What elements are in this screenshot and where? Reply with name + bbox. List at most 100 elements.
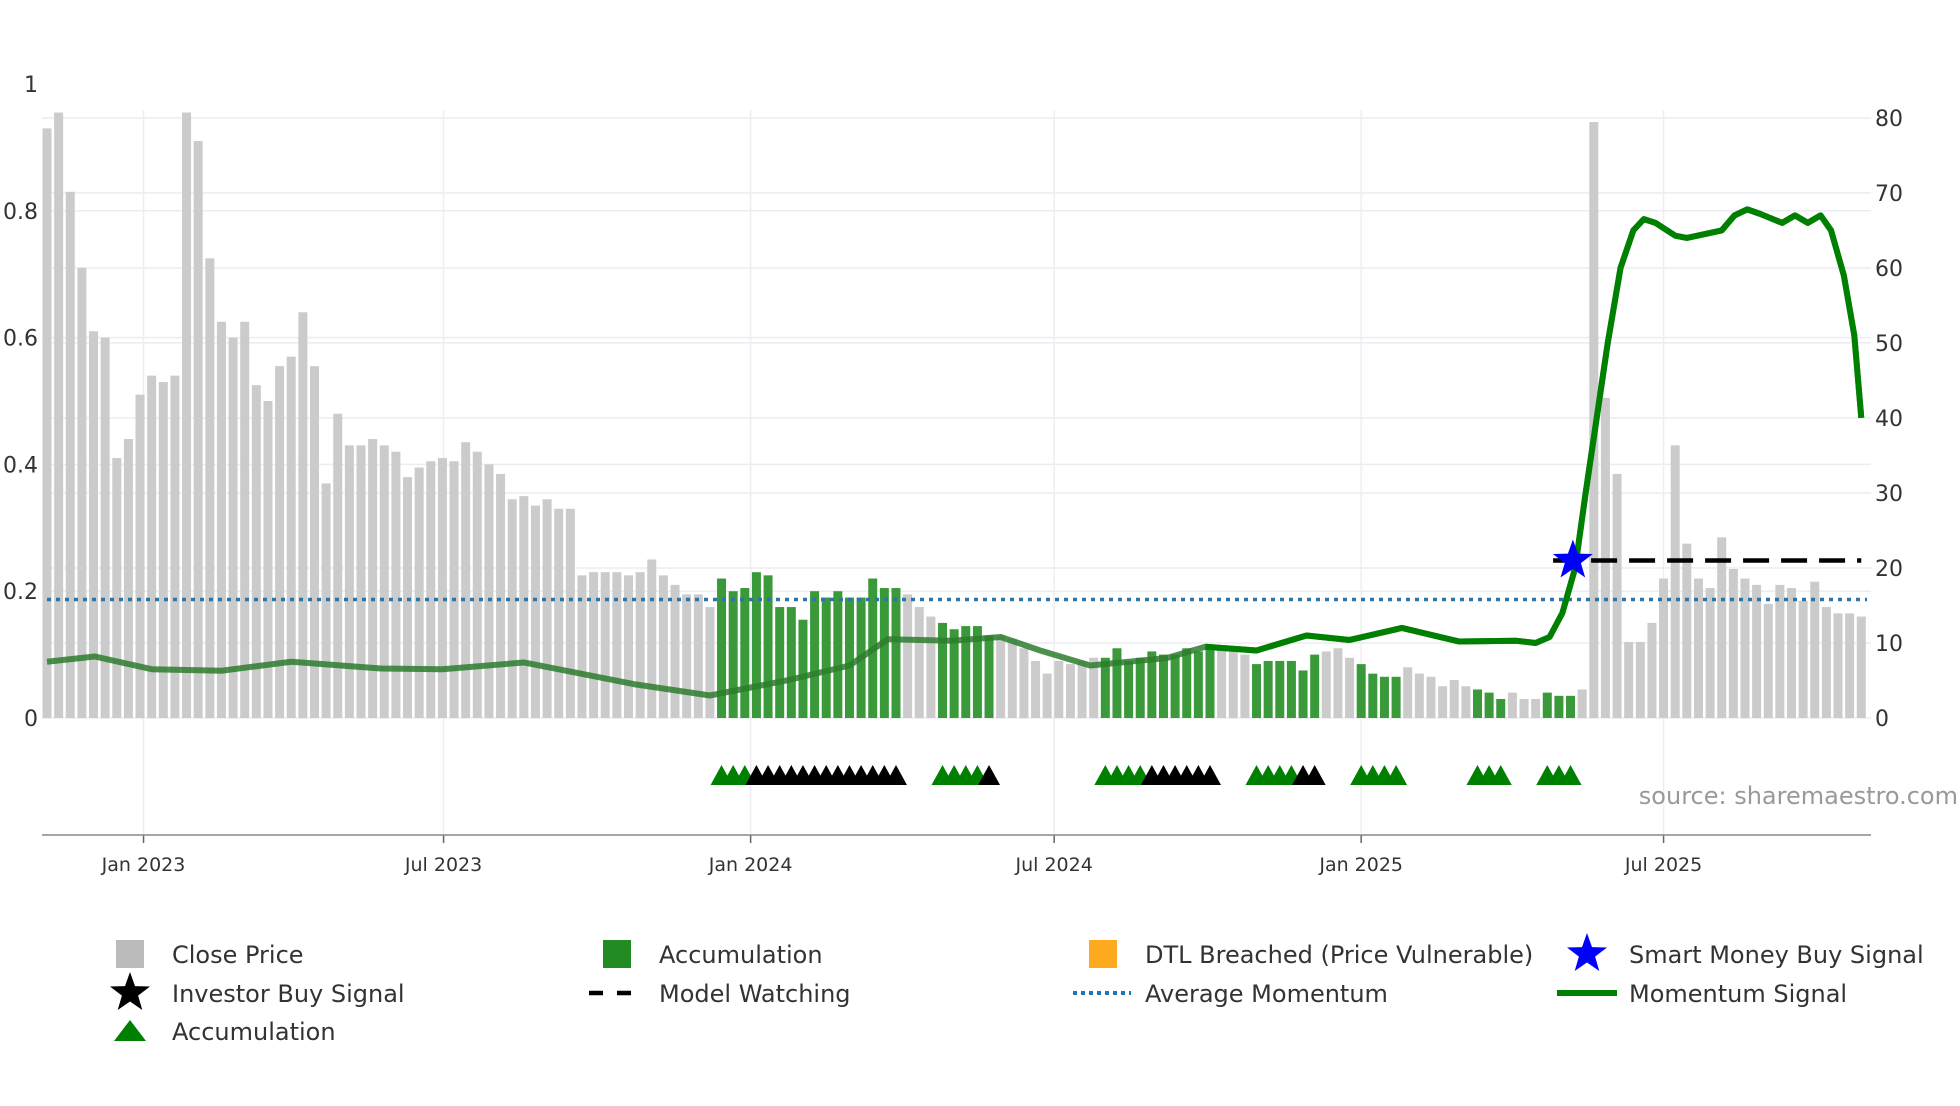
left-tick-label: 1 (24, 73, 38, 98)
close-price-bar (565, 508, 575, 718)
accumulation-bar (1391, 676, 1401, 718)
close-price-bar (228, 337, 238, 718)
close-price-bar (182, 112, 192, 718)
close-price-bar (1577, 689, 1587, 718)
accumulation-bar (810, 591, 820, 718)
right-tick-label: 10 (1875, 632, 1903, 657)
legend: Close Price Accumulation DTL Breached (Pri… (110, 933, 1924, 1046)
close-price-bar (1531, 698, 1541, 718)
accumulation-bar (1124, 660, 1134, 718)
accumulation-bar (1135, 657, 1145, 718)
close-price-bar (1775, 584, 1785, 718)
close-price-bar (519, 496, 529, 718)
left-tick-label: 0 (24, 707, 38, 732)
accumulation-bar (1542, 692, 1552, 718)
close-price-bar (193, 141, 203, 718)
close-price-bar (1042, 673, 1052, 718)
source-watermark: source: sharemaestro.com (1639, 782, 1958, 810)
close-price-bar (1054, 660, 1064, 718)
accumulation-bar (1484, 692, 1494, 718)
close-price-bar (682, 594, 692, 718)
close-price-bar (705, 607, 715, 718)
close-price-bar (1624, 641, 1634, 718)
accumulation-bar (1158, 654, 1168, 718)
x-tick-label: Jan 2024 (708, 854, 793, 876)
legend-label: Accumulation (659, 941, 823, 969)
legend-label: Accumulation (172, 1018, 336, 1046)
accumulation-bar (751, 572, 761, 718)
close-price-bar (403, 477, 413, 718)
close-price-bar (693, 594, 703, 718)
left-tick-label: 0.8 (3, 200, 38, 225)
x-tick-label: Jul 2024 (1014, 854, 1092, 876)
accumulation-bar (879, 588, 889, 718)
close-price-bar (996, 635, 1006, 718)
legend-label: Model Watching (659, 980, 851, 1008)
close-price-bar (1519, 698, 1529, 718)
close-price-bar (1705, 588, 1715, 718)
close-price-bar (1507, 692, 1517, 718)
close-price-bar (344, 445, 354, 718)
right-tick-label: 50 (1875, 332, 1903, 357)
accumulation-bar (763, 575, 773, 718)
close-price-bar (333, 413, 343, 718)
close-price-bar (658, 575, 668, 718)
legend-item: Accumulation (603, 940, 823, 969)
close-price-bar (1821, 607, 1831, 718)
signal-triangles (710, 765, 1582, 785)
accumulation-bar (1356, 664, 1366, 718)
accumulation-bar (740, 588, 750, 718)
close-price-bar (263, 401, 273, 718)
right-tick-label: 20 (1875, 557, 1903, 582)
close-price-bar (1217, 648, 1227, 718)
x-tick-label: Jan 2025 (1318, 854, 1403, 876)
close-price-bar (1600, 397, 1610, 718)
close-price-bar (624, 575, 633, 718)
accumulation-bar (1275, 660, 1285, 718)
close-price-bar (1240, 654, 1250, 718)
accumulation-bar (1252, 664, 1262, 718)
close-price-bar (356, 445, 366, 718)
x-tick-label: Jul 2025 (1624, 854, 1702, 876)
accumulation-bar (821, 597, 831, 718)
close-price-bar (216, 321, 226, 718)
accumulation-bar (1182, 648, 1192, 718)
accumulation-bar (786, 607, 796, 718)
right-tick-label: 30 (1875, 482, 1903, 507)
accumulation-bar (1112, 648, 1122, 718)
left-tick-label: 0.6 (3, 327, 38, 352)
close-price-bar (926, 616, 936, 718)
close-price-bar (1728, 569, 1738, 718)
close-price-bar (1449, 679, 1459, 718)
close-price-bar (1647, 622, 1657, 718)
accumulation-bar (1554, 695, 1564, 718)
accumulation-bar (1496, 698, 1506, 718)
close-price-bar (240, 321, 250, 718)
accumulation-bar (1170, 654, 1180, 718)
close-price-bar (1833, 613, 1843, 718)
close-price-bar (1007, 638, 1017, 718)
close-price-bar (112, 458, 122, 718)
legend-item: Momentum Signal (1557, 980, 1847, 1008)
legend-square-icon (603, 940, 631, 968)
close-price-bar (1031, 660, 1041, 718)
legend-label: Momentum Signal (1629, 980, 1847, 1008)
close-price-bar (1787, 588, 1796, 718)
accumulation-bar (1286, 660, 1296, 718)
legend-triangle-icon (114, 1020, 146, 1041)
x-tick-label: Jul 2023 (404, 854, 482, 876)
close-price-bar (1426, 676, 1436, 718)
accumulation-bar (833, 591, 843, 718)
close-price-bar (589, 572, 599, 718)
close-price-bar (1228, 651, 1238, 718)
legend-star-icon (1567, 933, 1607, 971)
close-price-bar (77, 267, 87, 718)
legend-item: Average Momentum (1073, 980, 1388, 1008)
close-price-bar (542, 499, 552, 718)
close-price-bar (123, 439, 133, 718)
close-price-bar (1345, 657, 1355, 718)
accumulation-bar (1472, 689, 1482, 718)
close-price-bar (42, 128, 52, 718)
legend-label: Smart Money Buy Signal (1629, 941, 1924, 969)
close-price-bar (612, 572, 622, 718)
